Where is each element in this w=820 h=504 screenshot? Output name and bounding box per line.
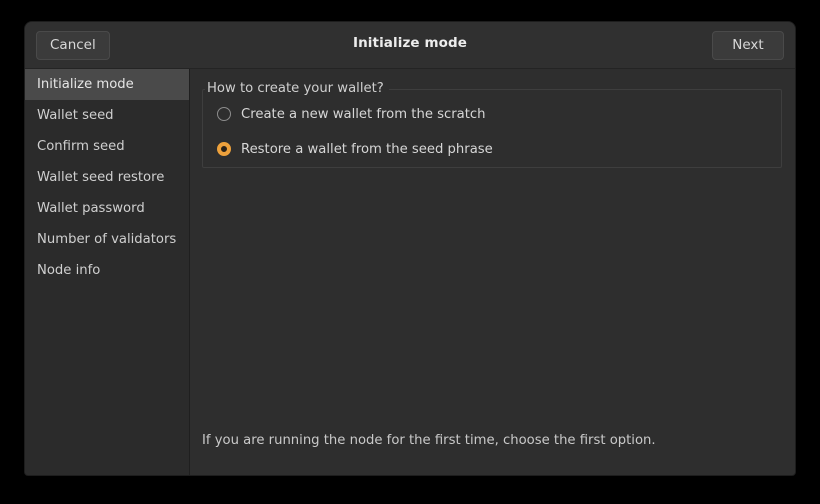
wizard-window: Cancel Initialize mode Next Initialize m… (25, 22, 795, 475)
sidebar-item-label: Wallet password (37, 201, 145, 216)
page-title: Initialize mode (352, 35, 468, 51)
wizard-content-panel: How to create your wallet? Create a new … (190, 69, 795, 475)
sidebar-item-label: Wallet seed restore (37, 170, 165, 185)
wizard-step-sidebar: Initialize mode Wallet seed Confirm seed… (25, 69, 190, 475)
sidebar-item-wallet-seed-restore[interactable]: Wallet seed restore (25, 162, 189, 193)
sidebar-item-label: Node info (37, 263, 101, 278)
radio-option-restore-wallet[interactable]: Restore a wallet from the seed phrase (217, 138, 781, 160)
radio-option-label: Restore a wallet from the seed phrase (241, 141, 493, 157)
sidebar-item-label: Number of validators (37, 232, 177, 247)
sidebar-item-wallet-seed[interactable]: Wallet seed (25, 100, 189, 131)
window-header: Cancel Initialize mode Next (25, 22, 795, 69)
sidebar-item-label: Initialize mode (37, 77, 134, 92)
wallet-creation-groupbox: How to create your wallet? Create a new … (202, 81, 782, 168)
sidebar-item-label: Wallet seed (37, 108, 114, 123)
sidebar-item-wallet-password[interactable]: Wallet password (25, 193, 189, 224)
radio-option-create-new-wallet[interactable]: Create a new wallet from the scratch (217, 103, 781, 125)
sidebar-item-label: Confirm seed (37, 139, 125, 154)
sidebar-item-number-of-validators[interactable]: Number of validators (25, 224, 189, 255)
window-body: Initialize mode Wallet seed Confirm seed… (25, 69, 795, 475)
next-button[interactable]: Next (712, 31, 784, 60)
hint-text: If you are running the node for the firs… (202, 433, 656, 448)
sidebar-item-node-info[interactable]: Node info (25, 255, 189, 286)
radio-selected-icon[interactable] (217, 142, 231, 156)
sidebar-item-confirm-seed[interactable]: Confirm seed (25, 131, 189, 162)
groupbox-title: How to create your wallet? (205, 81, 389, 96)
radio-option-label: Create a new wallet from the scratch (241, 106, 486, 122)
sidebar-item-initialize-mode[interactable]: Initialize mode (25, 69, 189, 100)
radio-unselected-icon[interactable] (217, 107, 231, 121)
